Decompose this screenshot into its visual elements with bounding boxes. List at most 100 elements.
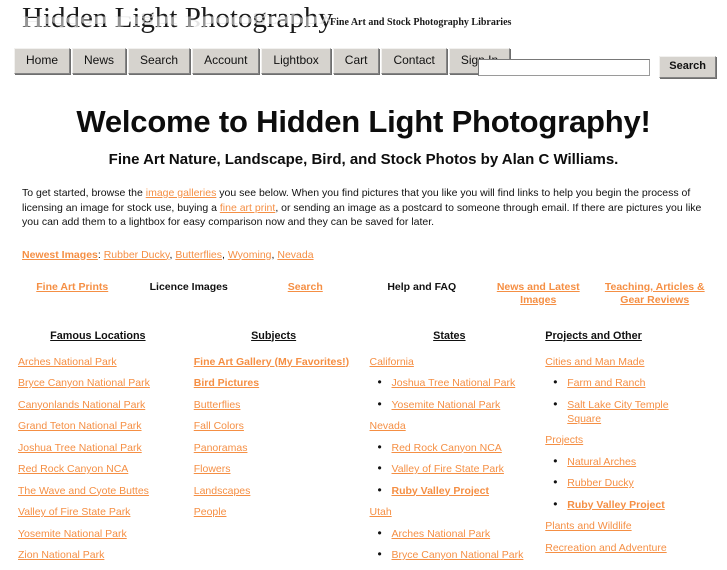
- page-title: Welcome to Hidden Light Photography!: [76, 104, 651, 139]
- category-link[interactable]: Joshua Tree National Park: [392, 377, 516, 389]
- category-item: Flowers: [194, 462, 354, 476]
- category-link[interactable]: Joshua Tree National Park: [18, 442, 142, 454]
- category-item: Canyonlands National Park: [18, 398, 178, 412]
- category-link[interactable]: Red Rock Canyon NCA: [18, 463, 128, 475]
- category-link[interactable]: Valley of Fire State Park: [18, 506, 130, 518]
- category-link[interactable]: Arches National Park: [392, 528, 491, 540]
- category-item: Projects: [545, 433, 705, 447]
- category-link[interactable]: Ruby Valley Project: [392, 485, 489, 497]
- category-link[interactable]: Bryce Canyon National Park: [18, 377, 150, 389]
- main-navigation: Home News Search Account Lightbox Cart Contact…: [0, 48, 727, 86]
- category-link[interactable]: Nevada: [370, 420, 406, 432]
- newest-image-link[interactable]: Wyoming: [228, 249, 272, 261]
- category-item: Landscapes: [194, 484, 354, 498]
- search-button[interactable]: Search: [659, 56, 716, 78]
- category-link[interactable]: Flowers: [194, 463, 231, 475]
- category-link[interactable]: Projects: [545, 434, 583, 446]
- category-sub-item: Ruby Valley Project: [545, 497, 705, 512]
- category-item: The Wave and Cyote Buttes: [18, 484, 178, 498]
- intro-text-1: To get started, browse the: [22, 187, 146, 199]
- category-link[interactable]: California: [370, 356, 414, 368]
- category-link[interactable]: Cities and Man Made: [545, 356, 644, 368]
- nav-item-cart[interactable]: Cart: [332, 48, 380, 74]
- quick-link-licence-images: Licence Images: [149, 280, 228, 293]
- category-link[interactable]: Grand Teton National Park: [18, 420, 142, 432]
- category-link[interactable]: Red Rock Canyon NCA: [392, 442, 502, 454]
- nav-item-search[interactable]: Search: [128, 48, 191, 74]
- category-link[interactable]: Bird Pictures: [194, 377, 259, 389]
- nav-item-contact[interactable]: Contact: [381, 48, 447, 74]
- newest-image-link[interactable]: Butterflies: [175, 249, 222, 261]
- category-column: States California Joshua Tree National Par…: [362, 329, 538, 570]
- nav-item-news[interactable]: News: [72, 48, 127, 74]
- image-galleries-link[interactable]: image galleries: [146, 187, 217, 199]
- category-item: Recreation and Adventure: [545, 541, 705, 555]
- category-item: Yosemite National Park: [18, 527, 178, 541]
- category-item: Cities and Man Made: [545, 355, 705, 369]
- category-link[interactable]: Fine Art Gallery (My Favorites!): [194, 356, 349, 368]
- category-link[interactable]: Recreation and Adventure: [545, 542, 666, 554]
- category-item: Utah: [370, 505, 530, 519]
- category-item: Nevada: [370, 419, 530, 433]
- search-input[interactable]: [478, 58, 651, 76]
- quick-link-teaching-articles-gear-reviews[interactable]: Teaching, Articles & Gear Reviews: [605, 281, 705, 306]
- category-item: Butterflies: [194, 398, 354, 412]
- category-sub-item: Joshua Tree National Park: [370, 375, 530, 390]
- quick-link-search[interactable]: Search: [288, 281, 323, 293]
- quick-link-cell: Search: [247, 281, 364, 307]
- category-list: California Joshua Tree National Park Yosem…: [370, 355, 530, 563]
- site-tagline: Fine Art and Stock Photography Libraries: [330, 17, 512, 28]
- category-item: Arches National Park: [18, 355, 178, 369]
- category-link[interactable]: Valley of Fire State Park: [392, 463, 504, 475]
- category-link[interactable]: Plants and Wildlife: [545, 520, 631, 532]
- nav-item-home[interactable]: Home: [14, 48, 71, 74]
- quick-link-fine-art-prints[interactable]: Fine Art Prints: [36, 281, 108, 293]
- quick-link-cell: Fine Art Prints: [14, 281, 131, 307]
- nav-item-account[interactable]: Account: [192, 48, 260, 74]
- newest-image-link[interactable]: Nevada: [277, 249, 313, 261]
- category-item: Plants and Wildlife: [545, 519, 705, 533]
- category-link[interactable]: Panoramas: [194, 442, 248, 454]
- category-column-heading: Famous Locations: [50, 329, 146, 342]
- category-link[interactable]: People: [194, 506, 227, 518]
- category-sub-item: Red Rock Canyon NCA: [370, 440, 530, 455]
- category-item: Valley of Fire State Park: [18, 505, 178, 519]
- quick-link-news-and-latest-images[interactable]: News and Latest Images: [497, 281, 580, 306]
- category-list: Arches National Park Bryce Canyon Nationa…: [18, 355, 178, 563]
- category-sub-item: Farm and Ranch: [545, 375, 705, 390]
- category-item: Fall Colors: [194, 419, 354, 433]
- masthead: Hidden Light Photography Hidden Light Ph…: [0, 0, 727, 48]
- category-list: Fine Art Gallery (My Favorites!) Bird Pic…: [194, 355, 354, 520]
- category-link[interactable]: Salt Lake City Temple Square: [567, 399, 668, 425]
- category-column-heading: Subjects: [251, 329, 297, 342]
- quick-link-help-and-faq: Help and FAQ: [387, 280, 457, 293]
- category-link[interactable]: The Wave and Cyote Buttes: [18, 485, 149, 497]
- category-link[interactable]: Canyonlands National Park: [18, 399, 145, 411]
- category-item: Red Rock Canyon NCA: [18, 462, 178, 476]
- category-link[interactable]: Utah: [370, 506, 392, 518]
- category-column: Subjects Fine Art Gallery (My Favorites!)…: [186, 329, 362, 570]
- category-column-heading: States: [433, 329, 466, 342]
- newest-image-link[interactable]: Rubber Ducky: [104, 249, 170, 261]
- category-item: California: [370, 355, 530, 369]
- category-link[interactable]: Yosemite National Park: [392, 399, 501, 411]
- category-link[interactable]: Yosemite National Park: [18, 528, 127, 540]
- nav-item-lightbox[interactable]: Lightbox: [261, 48, 331, 74]
- category-link[interactable]: Zion National Park: [18, 549, 104, 561]
- category-sub-item: Natural Arches: [545, 454, 705, 469]
- category-link[interactable]: Bryce Canyon National Park: [392, 549, 524, 561]
- category-item: Grand Teton National Park: [18, 419, 178, 433]
- fine-art-print-link[interactable]: fine art print: [220, 202, 275, 214]
- category-link[interactable]: Ruby Valley Project: [567, 499, 664, 511]
- category-link[interactable]: Landscapes: [194, 485, 251, 497]
- category-list: Cities and Man Made Farm and Ranch Salt La…: [545, 355, 705, 555]
- category-link[interactable]: Butterflies: [194, 399, 241, 411]
- category-link[interactable]: Arches National Park: [18, 356, 117, 368]
- newest-images-label: Newest Images: [22, 248, 98, 261]
- category-link[interactable]: Natural Arches: [567, 456, 636, 468]
- category-link[interactable]: Rubber Ducky: [567, 477, 634, 489]
- newest-images-row: Newest Images: Rubber Ducky, Butterflies…: [22, 248, 705, 262]
- category-item: Panoramas: [194, 441, 354, 455]
- category-link[interactable]: Farm and Ranch: [567, 377, 645, 389]
- category-link[interactable]: Fall Colors: [194, 420, 244, 432]
